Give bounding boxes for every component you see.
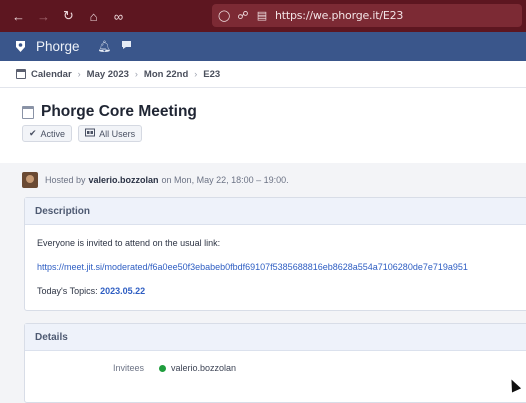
brand-name[interactable]: Phorge	[36, 39, 80, 54]
phorge-logo-icon[interactable]	[13, 40, 27, 54]
url-bar[interactable]: ◯ ☍ ▤ https://we.phorge.it/E23	[212, 4, 522, 27]
description-heading: Description	[25, 198, 526, 225]
breadcrumb: Calendar › May 2023 › Mon 22nd › E23	[0, 61, 526, 88]
chevron-right-icon: ›	[77, 69, 81, 79]
chevron-right-icon: ›	[194, 69, 198, 79]
topics-line: Today's Topics: 2023.05.22	[37, 286, 521, 296]
page-title: Phorge Core Meeting	[41, 103, 197, 120]
host-user-link[interactable]: valerio.bozzolan	[89, 175, 159, 185]
invitees-label: Invitees	[113, 363, 145, 373]
reload-icon[interactable]: ↻	[56, 4, 81, 28]
chat-icon[interactable]	[121, 40, 132, 53]
visibility-badge: All Users	[78, 125, 143, 142]
attending-status-icon	[159, 364, 166, 372]
visibility-label: All Users	[99, 128, 136, 139]
status-badge: ✔ Active	[22, 125, 73, 142]
calendar-icon	[16, 69, 26, 79]
breadcrumb-day[interactable]: Mon 22nd	[144, 69, 188, 80]
lock-icon[interactable]: ☍	[237, 9, 249, 22]
check-icon: ✔	[29, 128, 37, 138]
hosted-by-line: Hosted by valerio.bozzolan on Mon, May 2…	[22, 172, 289, 188]
hosted-prefix: Hosted by	[45, 175, 86, 185]
chevron-right-icon: ›	[134, 69, 138, 79]
back-arrow-icon[interactable]: ←	[6, 4, 31, 28]
forward-arrow-icon[interactable]: →	[31, 4, 56, 28]
event-header: Phorge Core Meeting ✔ Active All Users	[0, 88, 526, 163]
description-intro: Everyone is invited to attend on the usu…	[37, 238, 221, 248]
extensions-icon[interactable]: ∞	[106, 4, 131, 28]
browser-toolbar: ← → ↻ ⌂ ∞ ◯ ☍ ▤ https://we.phorge.it/E23	[0, 0, 526, 32]
avatar[interactable]	[22, 172, 38, 188]
meeting-link[interactable]: https://meet.jit.si/moderated/f6a0ee50f3…	[37, 262, 521, 272]
shield-icon[interactable]: ◯	[218, 9, 230, 22]
app-header: Phorge 🔔︎	[0, 32, 526, 61]
breadcrumb-calendar[interactable]: Calendar	[31, 69, 72, 80]
home-icon[interactable]: ⌂	[81, 4, 106, 28]
topics-link[interactable]: 2023.05.22	[100, 286, 145, 296]
url-text[interactable]: https://we.phorge.it/E23	[275, 9, 403, 22]
topics-label: Today's Topics:	[37, 286, 98, 296]
breadcrumb-month[interactable]: May 2023	[87, 69, 129, 80]
status-label: Active	[40, 128, 66, 139]
details-panel: Details Invitees valerio.bozzolan	[24, 323, 526, 403]
hosted-suffix: on Mon, May 22, 18:00 – 19:00.	[161, 175, 289, 185]
page-info-icon[interactable]: ▤	[256, 9, 268, 22]
description-panel: Description Everyone is invited to atten…	[24, 197, 526, 311]
invitees-row: Invitees valerio.bozzolan	[113, 363, 236, 373]
users-icon	[85, 128, 96, 139]
invitee-link[interactable]: valerio.bozzolan	[171, 363, 236, 373]
details-heading: Details	[25, 324, 526, 351]
breadcrumb-event[interactable]: E23	[203, 69, 220, 80]
bell-icon[interactable]: 🔔︎	[98, 40, 112, 53]
calendar-icon	[22, 105, 34, 119]
